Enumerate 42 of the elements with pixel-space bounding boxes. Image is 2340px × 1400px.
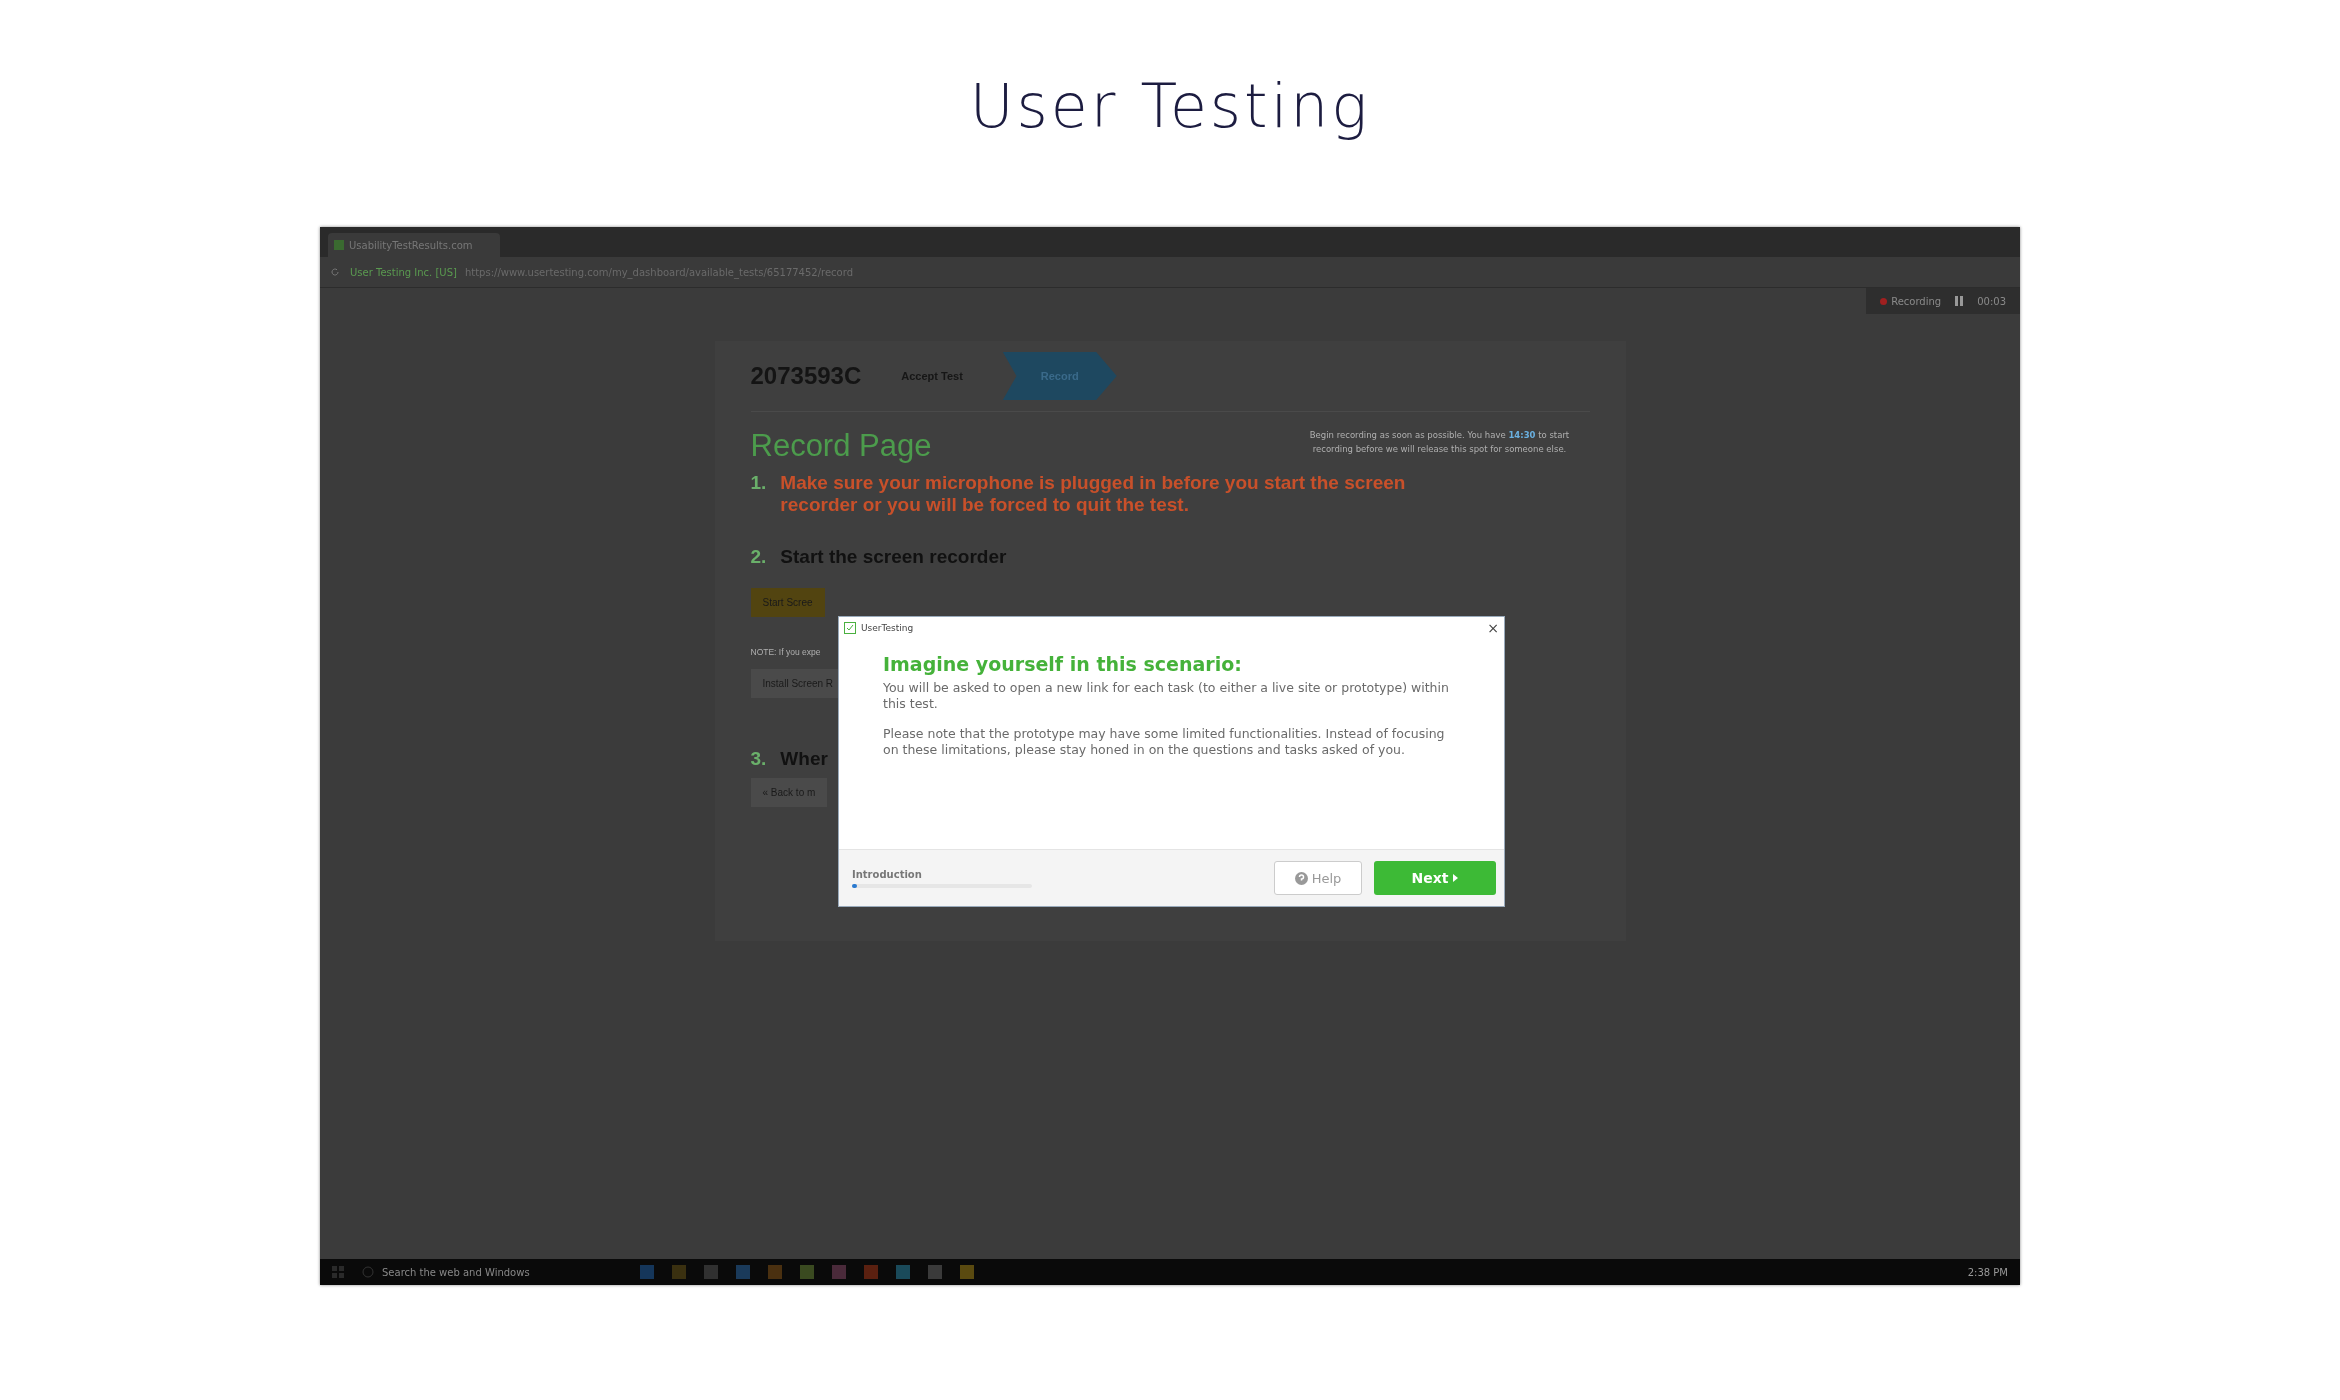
pause-icon[interactable]: [1955, 296, 1964, 306]
site-identity-label: User Testing Inc. [US]: [350, 266, 457, 278]
app-icon[interactable]: [864, 1265, 878, 1279]
app-icon[interactable]: [896, 1265, 910, 1279]
app-icon[interactable]: [960, 1265, 974, 1279]
favicon-icon: [334, 240, 344, 250]
progress-label: Introduction: [852, 868, 923, 880]
app-name: UserTesting: [861, 623, 915, 633]
help-button[interactable]: Help: [1274, 861, 1362, 895]
browser-tab[interactable]: UsabilityTestResults.com: [328, 233, 500, 257]
dialog-text: You will be asked to open a new link for each task (to either a live site or prototype) within this test.: [883, 680, 1450, 712]
caret-icon: [1453, 874, 1459, 882]
app-icon[interactable]: [704, 1265, 718, 1279]
app-icon[interactable]: [928, 1265, 942, 1279]
app-icon[interactable]: [736, 1265, 750, 1279]
recording-indicator: Recording: [1880, 295, 1942, 307]
reload-icon[interactable]: [330, 267, 340, 277]
note-text: NOTE: If you expe: [750, 647, 822, 657]
app-icon[interactable]: [768, 1265, 782, 1279]
recording-timer: 00:03: [1977, 295, 2006, 307]
dialog-heading: Imagine yourself in this scenario:: [883, 653, 1243, 675]
page-heading: Record Page: [750, 428, 932, 464]
help-icon: [1294, 871, 1308, 885]
step-text: Make sure your microphone is plugged in before you start the screen recorder or you will be forced to quit the test.: [780, 472, 1407, 516]
step-number: 3.: [750, 748, 767, 770]
step-number: 1.: [750, 472, 767, 495]
taskbar-search[interactable]: Search the web and Windows: [362, 1266, 622, 1278]
search-icon: [362, 1266, 374, 1278]
close-button[interactable]: ×: [1487, 620, 1499, 636]
windows-icon[interactable]: [332, 1266, 344, 1278]
notice-text: Begin recording as soon as possible. You have 14:30 to start recording before we will release this spot for someone else.: [1308, 429, 1571, 456]
page-title: User Testing: [969, 70, 1371, 143]
clock: 2:38 PM: [1967, 1266, 2008, 1278]
app-icon[interactable]: [832, 1265, 846, 1279]
dialog-text: Please note that the prototype may have some limited functionalities. Instead of focusing on these limitations, please stay honed in on the questions and tasks asked of you.: [883, 726, 1446, 758]
app-icon[interactable]: [672, 1265, 686, 1279]
search-placeholder: Search the web and Windows: [382, 1266, 530, 1278]
next-button[interactable]: Next: [1374, 861, 1496, 895]
logo-icon: [844, 622, 856, 634]
step-number: 2.: [750, 546, 767, 568]
app-icon[interactable]: [800, 1265, 814, 1279]
app-icon[interactable]: [640, 1265, 654, 1279]
